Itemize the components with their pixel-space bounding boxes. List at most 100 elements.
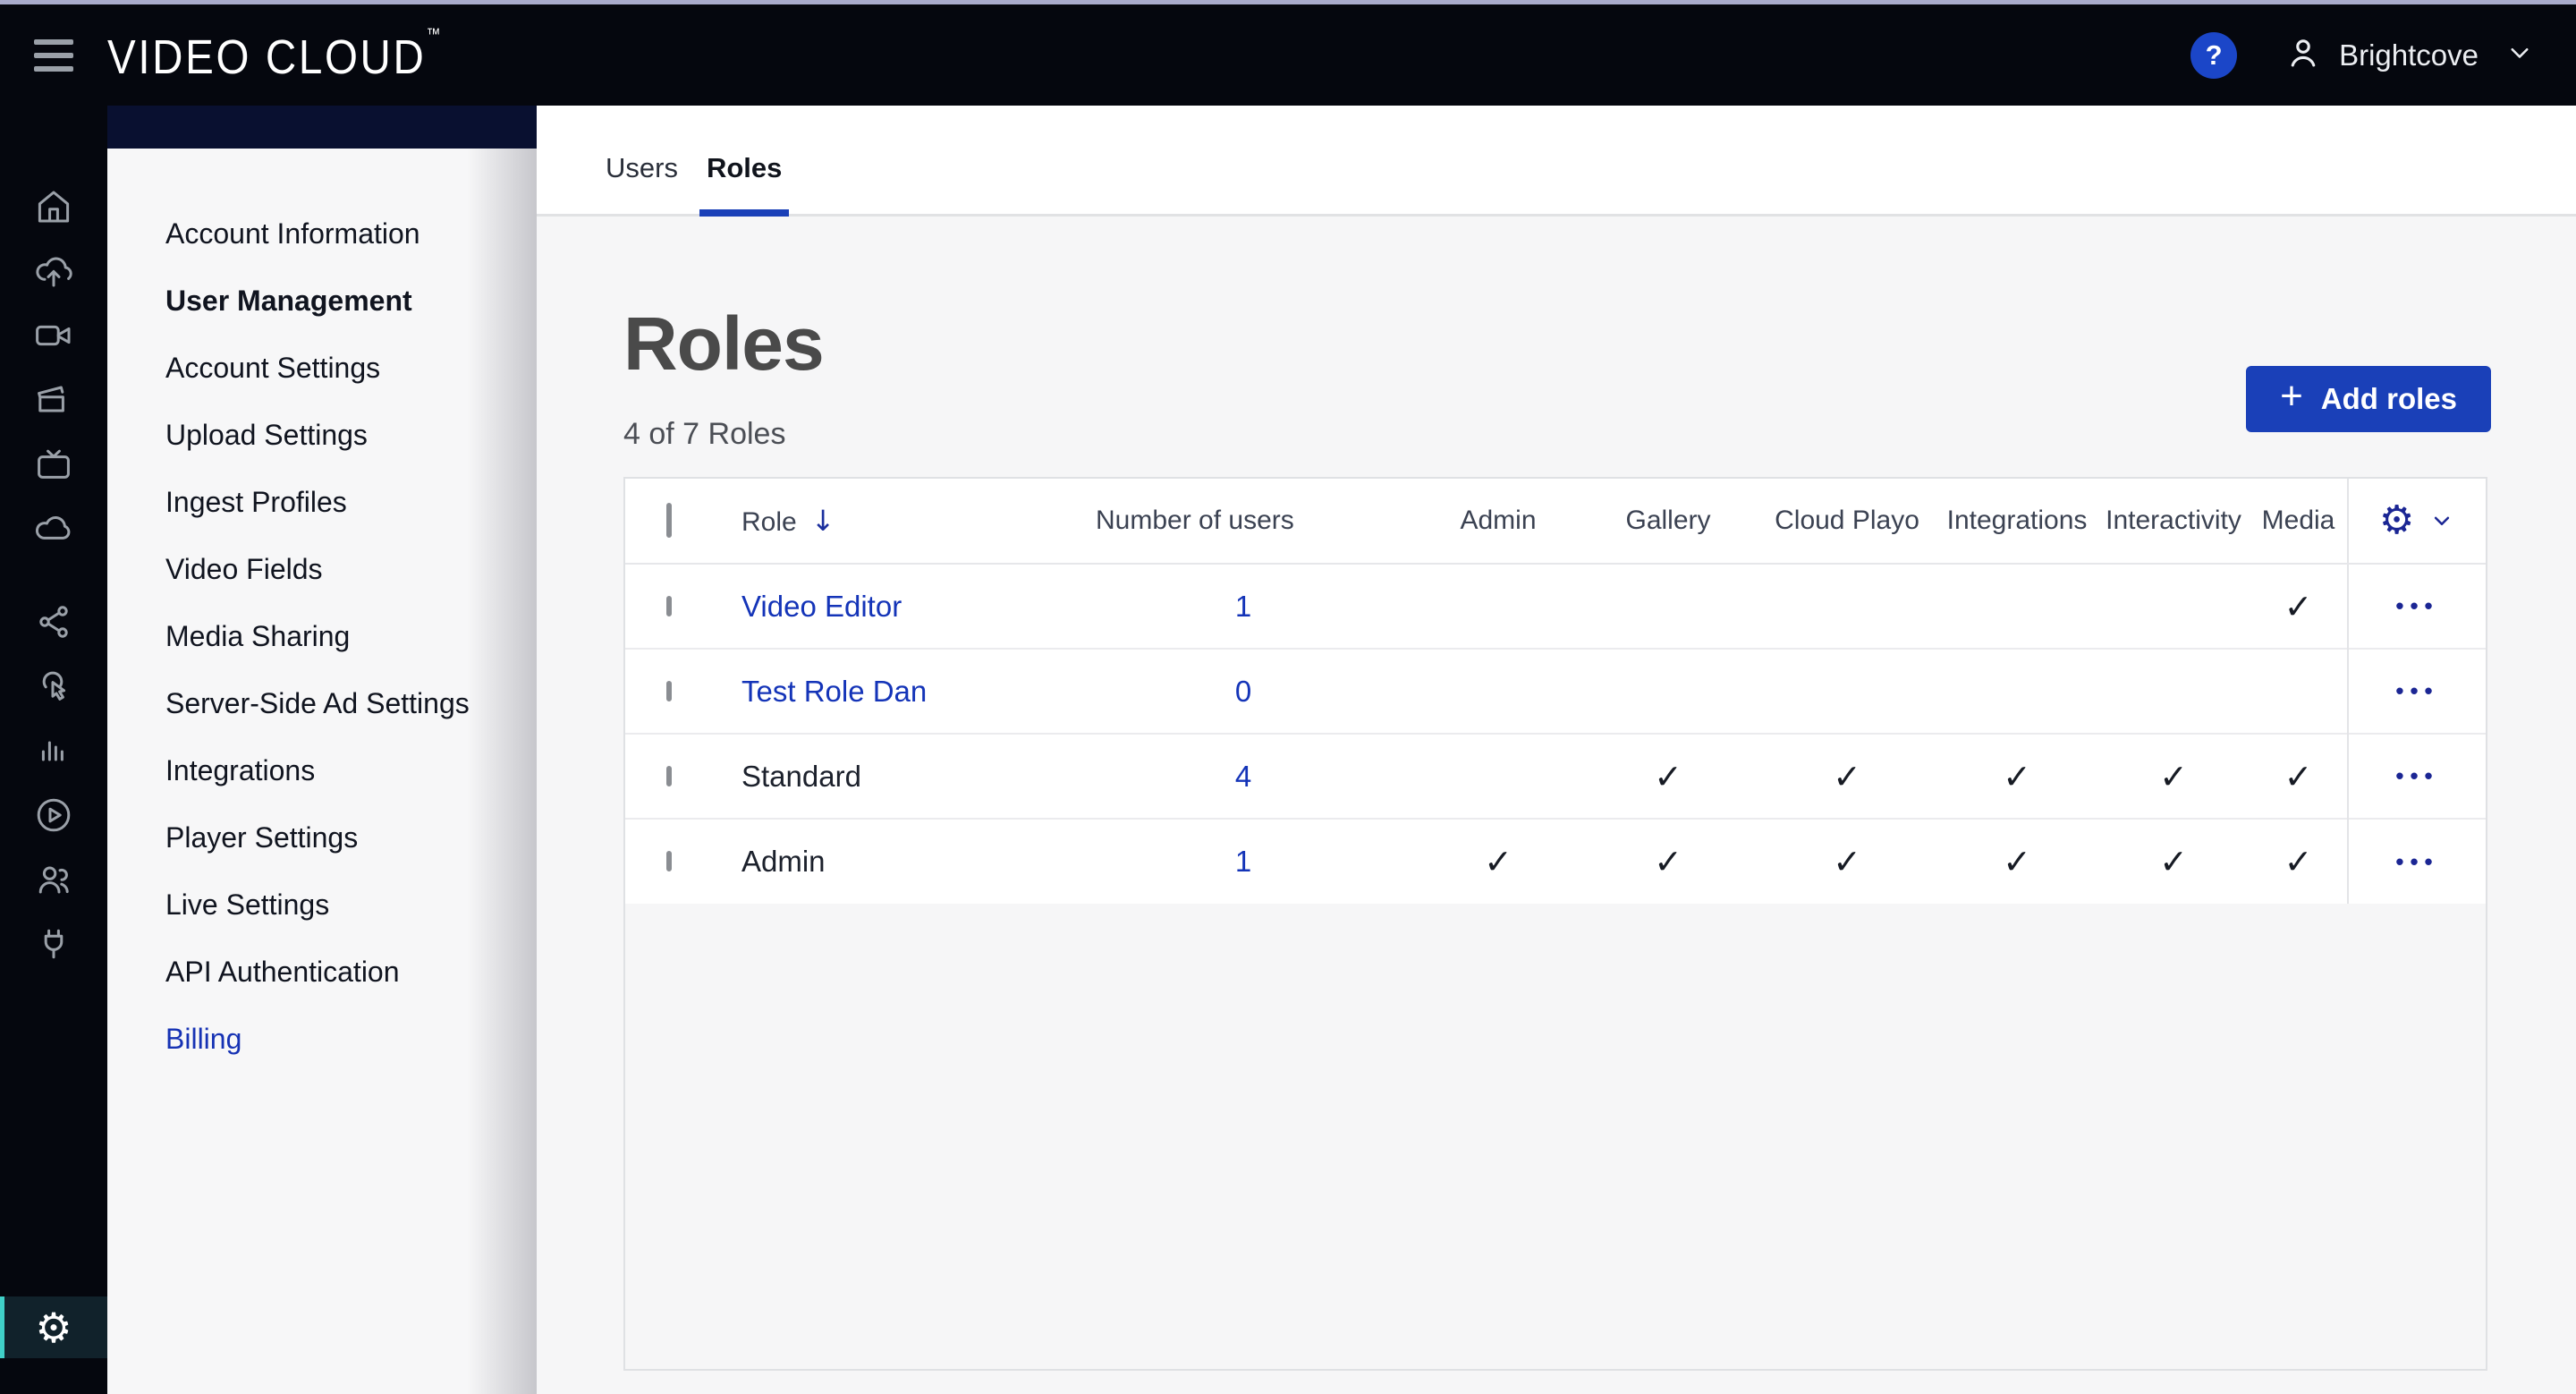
clapperboard-icon[interactable] — [32, 378, 75, 421]
users-count-link[interactable]: 1 — [1069, 564, 1418, 649]
plus-icon: + — [2280, 374, 2303, 418]
role-name: Admin — [711, 818, 1069, 904]
tab-users[interactable]: Users — [606, 152, 678, 214]
check-integrations: ✓ — [1936, 733, 2097, 819]
row-actions-menu-icon[interactable]: ••• — [2395, 762, 2438, 789]
hamburger-menu-icon[interactable] — [0, 4, 107, 106]
account-menu-label[interactable]: Brightcove — [2339, 38, 2479, 72]
check-integrations: ✓ — [1936, 818, 2097, 904]
column-admin: Admin — [1418, 479, 1579, 565]
tab-bar: Users Roles — [537, 106, 2576, 217]
plug-icon[interactable] — [32, 922, 75, 965]
check-integrations — [1936, 648, 2097, 734]
table-row: Admin 1 ✓ ✓ ✓ ✓ ✓ ✓ ••• — [625, 818, 2486, 904]
row-checkbox[interactable] — [666, 680, 672, 701]
check-gallery: ✓ — [1579, 733, 1758, 819]
column-number-of-users: Number of users — [1069, 479, 1418, 565]
check-cloud-playo: ✓ — [1758, 733, 1936, 819]
analytics-icon[interactable] — [32, 729, 75, 772]
trademark-symbol: ™ — [426, 25, 441, 43]
cloud-icon[interactable] — [32, 507, 75, 550]
subnav-item-media-sharing[interactable]: Media Sharing — [107, 603, 537, 670]
check-media: ✓ — [2250, 818, 2348, 904]
settings-subnav: Account Information User Management Acco… — [107, 106, 537, 1394]
check-cloud-playo — [1758, 564, 1936, 649]
check-cloud-playo — [1758, 648, 1936, 734]
add-roles-button[interactable]: + Add roles — [2246, 366, 2491, 432]
subnav-item-player-settings[interactable]: Player Settings — [107, 804, 537, 871]
column-integrations: Integrations — [1936, 479, 2097, 565]
check-interactivity — [2097, 564, 2250, 649]
subnav-item-server-side-ad-settings[interactable]: Server-Side Ad Settings — [107, 670, 537, 737]
check-admin: ✓ — [1418, 818, 1579, 904]
check-gallery — [1579, 564, 1758, 649]
app-logo: VIDEO CLOUD™ — [107, 25, 441, 84]
column-role: Role — [741, 507, 797, 537]
icon-rail: ⚙ — [0, 106, 107, 1394]
users-count-link[interactable]: 4 — [1069, 733, 1418, 819]
users-icon[interactable] — [32, 858, 75, 901]
help-button[interactable]: ? — [2190, 31, 2238, 79]
table-empty-area — [625, 904, 2486, 1369]
play-circle-icon[interactable] — [32, 794, 75, 837]
check-gallery — [1579, 648, 1758, 734]
user-avatar-icon[interactable] — [2284, 33, 2323, 77]
check-media — [2250, 648, 2348, 734]
table-columns-chevron-down-icon — [2435, 516, 2450, 525]
share-icon[interactable] — [32, 600, 75, 643]
subnav-item-account-information[interactable]: Account Information — [107, 200, 537, 268]
subnav-item-api-authentication[interactable]: API Authentication — [107, 939, 537, 1006]
top-bar: VIDEO CLOUD™ ? Brightcove — [0, 4, 2576, 106]
video-camera-icon[interactable] — [32, 314, 75, 357]
users-count-link[interactable]: 1 — [1069, 818, 1418, 904]
rail-settings-item[interactable]: ⚙ — [0, 1296, 107, 1358]
row-actions-menu-icon[interactable]: ••• — [2395, 592, 2438, 619]
row-checkbox[interactable] — [666, 851, 672, 871]
role-name: Standard — [711, 733, 1069, 819]
check-integrations — [1936, 564, 2097, 649]
column-settings-control[interactable]: ⚙ — [2379, 501, 2455, 540]
row-actions-menu-icon[interactable]: ••• — [2395, 848, 2438, 875]
row-actions-menu-icon[interactable]: ••• — [2395, 677, 2438, 704]
cloud-upload-icon[interactable] — [32, 250, 75, 293]
column-gallery: Gallery — [1579, 479, 1758, 565]
role-name-link[interactable]: Video Editor — [711, 564, 1069, 649]
select-all-checkbox[interactable] — [666, 503, 672, 538]
check-interactivity: ✓ — [2097, 733, 2250, 819]
table-row: Standard 4 ✓ ✓ ✓ ✓ ✓ ••• — [625, 733, 2486, 819]
tab-roles[interactable]: Roles — [699, 152, 790, 217]
check-gallery: ✓ — [1579, 818, 1758, 904]
users-count-link[interactable]: 0 — [1069, 648, 1418, 734]
sort-descending-icon[interactable]: ↓ — [811, 504, 835, 538]
check-media: ✓ — [2284, 586, 2313, 626]
check-media: ✓ — [2250, 733, 2348, 819]
check-admin — [1418, 648, 1579, 734]
check-interactivity — [2097, 648, 2250, 734]
check-admin — [1418, 733, 1579, 819]
subnav-item-upload-settings[interactable]: Upload Settings — [107, 402, 537, 469]
roles-table: Role ↓ Number of users Admin Gallery Clou… — [625, 479, 2486, 904]
subnav-item-billing[interactable]: Billing — [107, 1006, 537, 1073]
subnav-item-video-fields[interactable]: Video Fields — [107, 536, 537, 603]
row-checkbox[interactable] — [666, 595, 672, 616]
table-gear-icon: ⚙ — [2378, 497, 2415, 543]
table-header-row: Role ↓ Number of users Admin Gallery Clou… — [625, 479, 2486, 565]
table-row: Video Editor 1 ✓ ••• — [625, 564, 2486, 649]
check-cloud-playo: ✓ — [1758, 818, 1936, 904]
subnav-item-user-management[interactable]: User Management — [107, 268, 537, 335]
settings-gear-icon: ⚙ — [35, 1303, 72, 1352]
subnav-item-ingest-profiles[interactable]: Ingest Profiles — [107, 469, 537, 536]
main-content: Users Roles Roles 4 of 7 Roles + Add rol… — [537, 106, 2576, 1394]
column-media: Media — [2250, 479, 2348, 565]
subnav-item-integrations[interactable]: Integrations — [107, 737, 537, 804]
interactivity-icon[interactable] — [32, 665, 75, 708]
subnav-item-live-settings[interactable]: Live Settings — [107, 871, 537, 939]
role-name-link[interactable]: Test Role Dan — [711, 648, 1069, 734]
subnav-item-account-settings[interactable]: Account Settings — [107, 335, 537, 402]
row-checkbox[interactable] — [666, 765, 672, 786]
column-cloud-playo: Cloud Playo — [1758, 479, 1936, 565]
tv-icon[interactable] — [32, 443, 75, 486]
table-row: Test Role Dan 0 ••• — [625, 648, 2486, 734]
home-icon[interactable] — [32, 185, 75, 228]
account-chevron-down-icon[interactable] — [2504, 37, 2536, 73]
